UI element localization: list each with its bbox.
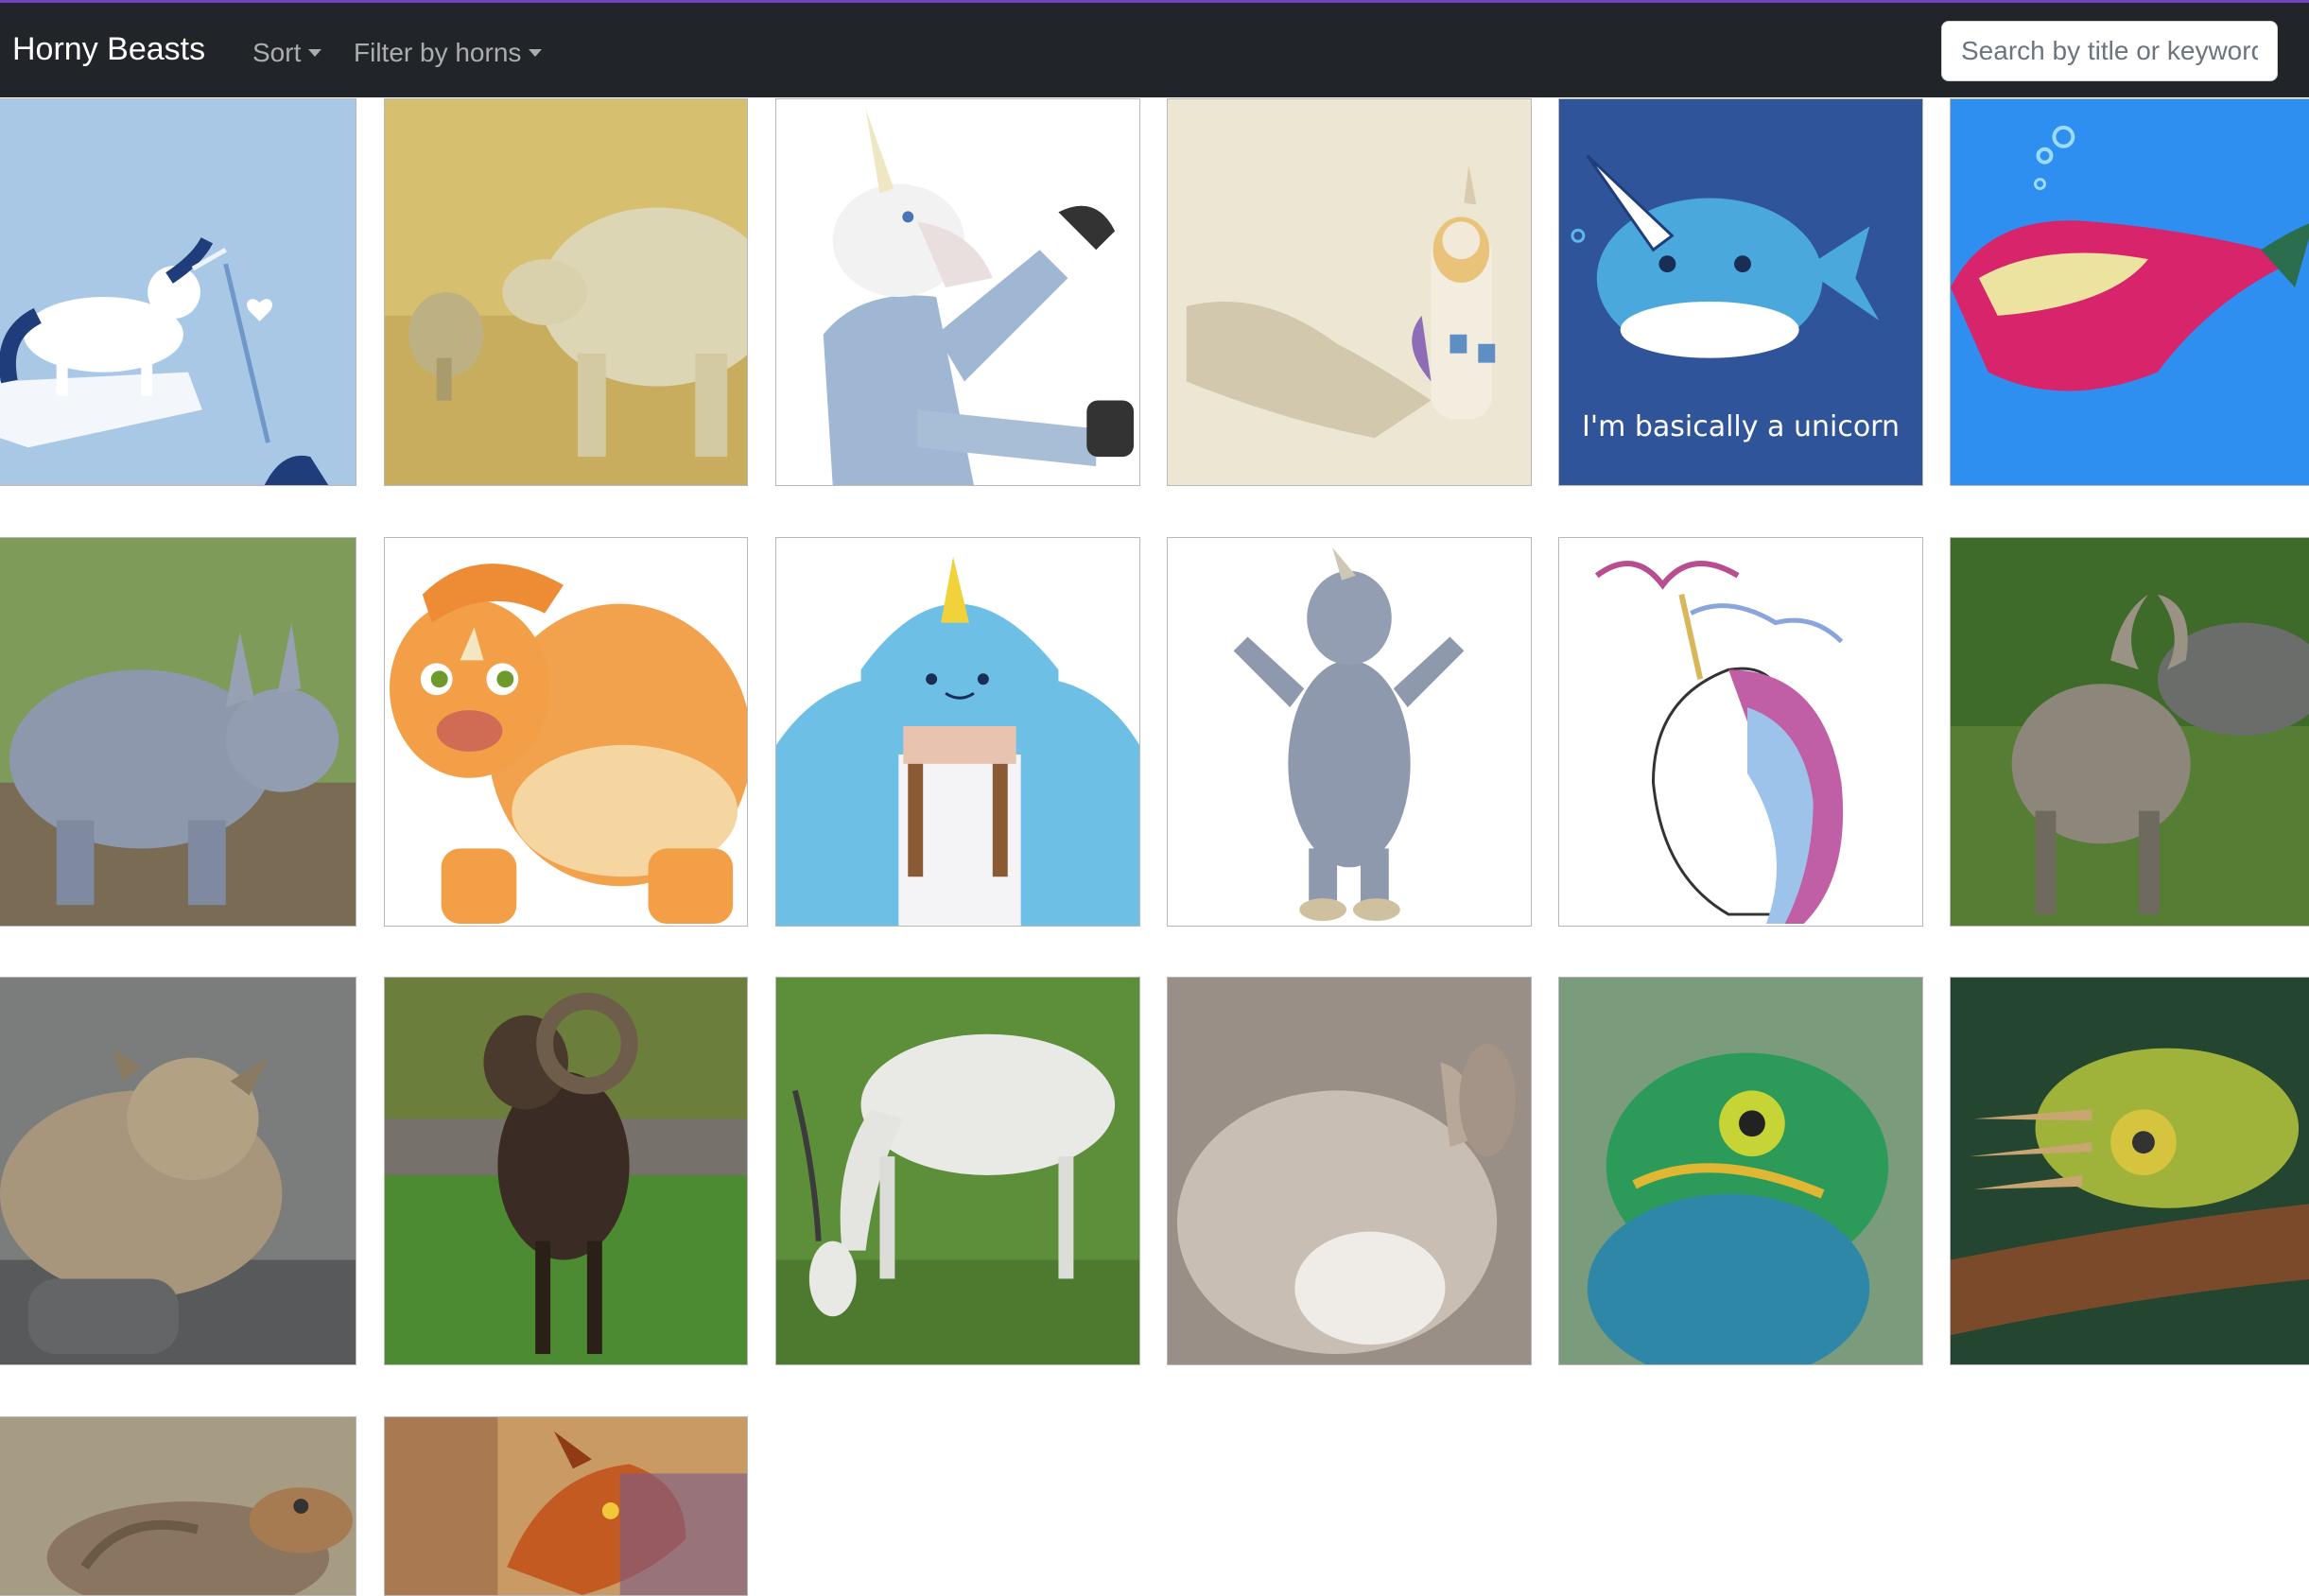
beast-card[interactable]	[0, 537, 356, 927]
beast-image	[776, 978, 1139, 1364]
beast-card[interactable]	[1167, 537, 1532, 927]
beast-image	[1559, 538, 1922, 926]
card-caption: I'm basically a unicorn	[1581, 410, 1901, 443]
beast-gallery: I'm basically a unicorn	[0, 0, 2309, 1596]
beast-image	[0, 99, 356, 485]
beast-image	[0, 538, 356, 926]
beast-image	[776, 538, 1139, 926]
beast-card[interactable]	[775, 98, 1140, 486]
beast-card[interactable]	[384, 537, 748, 927]
beast-card[interactable]	[1558, 537, 1923, 927]
beast-card[interactable]	[1167, 98, 1532, 486]
beast-card[interactable]	[1167, 977, 1532, 1365]
beast-image	[0, 1417, 356, 1595]
beast-card[interactable]	[1950, 977, 2309, 1365]
beast-card[interactable]: I'm basically a unicorn	[1558, 98, 1923, 486]
beast-image	[1951, 978, 2309, 1364]
beast-image	[385, 538, 747, 926]
beast-card[interactable]	[0, 98, 356, 486]
beast-image	[1168, 99, 1531, 485]
beast-image	[385, 1417, 747, 1595]
beast-card[interactable]	[384, 1416, 748, 1596]
beast-image	[776, 99, 1139, 485]
beast-image	[385, 99, 747, 485]
beast-image	[1168, 538, 1531, 926]
beast-card[interactable]	[775, 977, 1140, 1365]
beast-card[interactable]	[0, 977, 356, 1365]
beast-image	[1559, 978, 1922, 1364]
beast-card[interactable]	[775, 537, 1140, 927]
beast-card[interactable]	[1950, 537, 2309, 927]
beast-card[interactable]	[1558, 977, 1923, 1365]
beast-card[interactable]	[384, 98, 748, 486]
beast-card[interactable]	[1950, 98, 2309, 486]
beast-card[interactable]	[384, 977, 748, 1365]
beast-image	[385, 978, 747, 1364]
beast-image	[1951, 538, 2309, 926]
beast-image	[1168, 978, 1531, 1364]
beast-image	[1951, 99, 2309, 485]
beast-image	[0, 978, 356, 1364]
beast-card[interactable]	[0, 1416, 356, 1596]
